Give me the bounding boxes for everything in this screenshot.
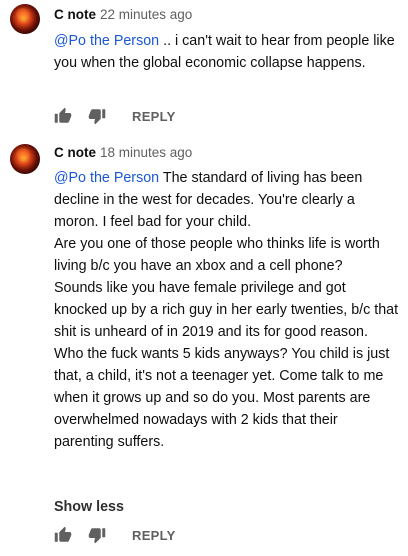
comment-timestamp[interactable]: 18 minutes ago <box>100 145 192 160</box>
comment-paragraph: Who the fuck wants 5 kids anyways? You c… <box>54 346 390 450</box>
thumbs-up-icon[interactable] <box>54 526 72 544</box>
comment-paragraph: Are you one of those people who thinks l… <box>54 236 380 274</box>
comment-timestamp[interactable]: 22 minutes ago <box>100 7 192 22</box>
author-name[interactable]: C note <box>54 145 96 160</box>
comment-text: @Po the Person .. i can't wait to hear f… <box>54 30 400 74</box>
thumbs-up-icon[interactable] <box>54 107 72 125</box>
comment-text: @Po the Person The standard of living ha… <box>54 167 400 453</box>
thumbs-down-icon[interactable] <box>88 107 106 125</box>
comment-actions: REPLY <box>54 105 176 127</box>
reply-button[interactable]: REPLY <box>132 528 176 543</box>
author-name[interactable]: C note <box>54 7 96 22</box>
show-less-button[interactable]: Show less <box>54 497 124 517</box>
thumbs-down-icon[interactable] <box>88 526 106 544</box>
comment-header: C note 18 minutes ago <box>54 144 192 162</box>
comment-actions: REPLY <box>54 524 176 546</box>
mention-link[interactable]: @Po the Person <box>54 170 159 186</box>
mention-link[interactable]: @Po the Person <box>54 33 159 49</box>
comment-paragraph: @Po the Person The standard of living ha… <box>54 167 400 233</box>
reply-button[interactable]: REPLY <box>132 109 176 124</box>
comment-paragraph: Sounds like you have female privilege an… <box>54 280 399 340</box>
avatar[interactable] <box>10 4 40 34</box>
avatar[interactable] <box>10 144 40 174</box>
comment-header: C note 22 minutes ago <box>54 6 192 24</box>
